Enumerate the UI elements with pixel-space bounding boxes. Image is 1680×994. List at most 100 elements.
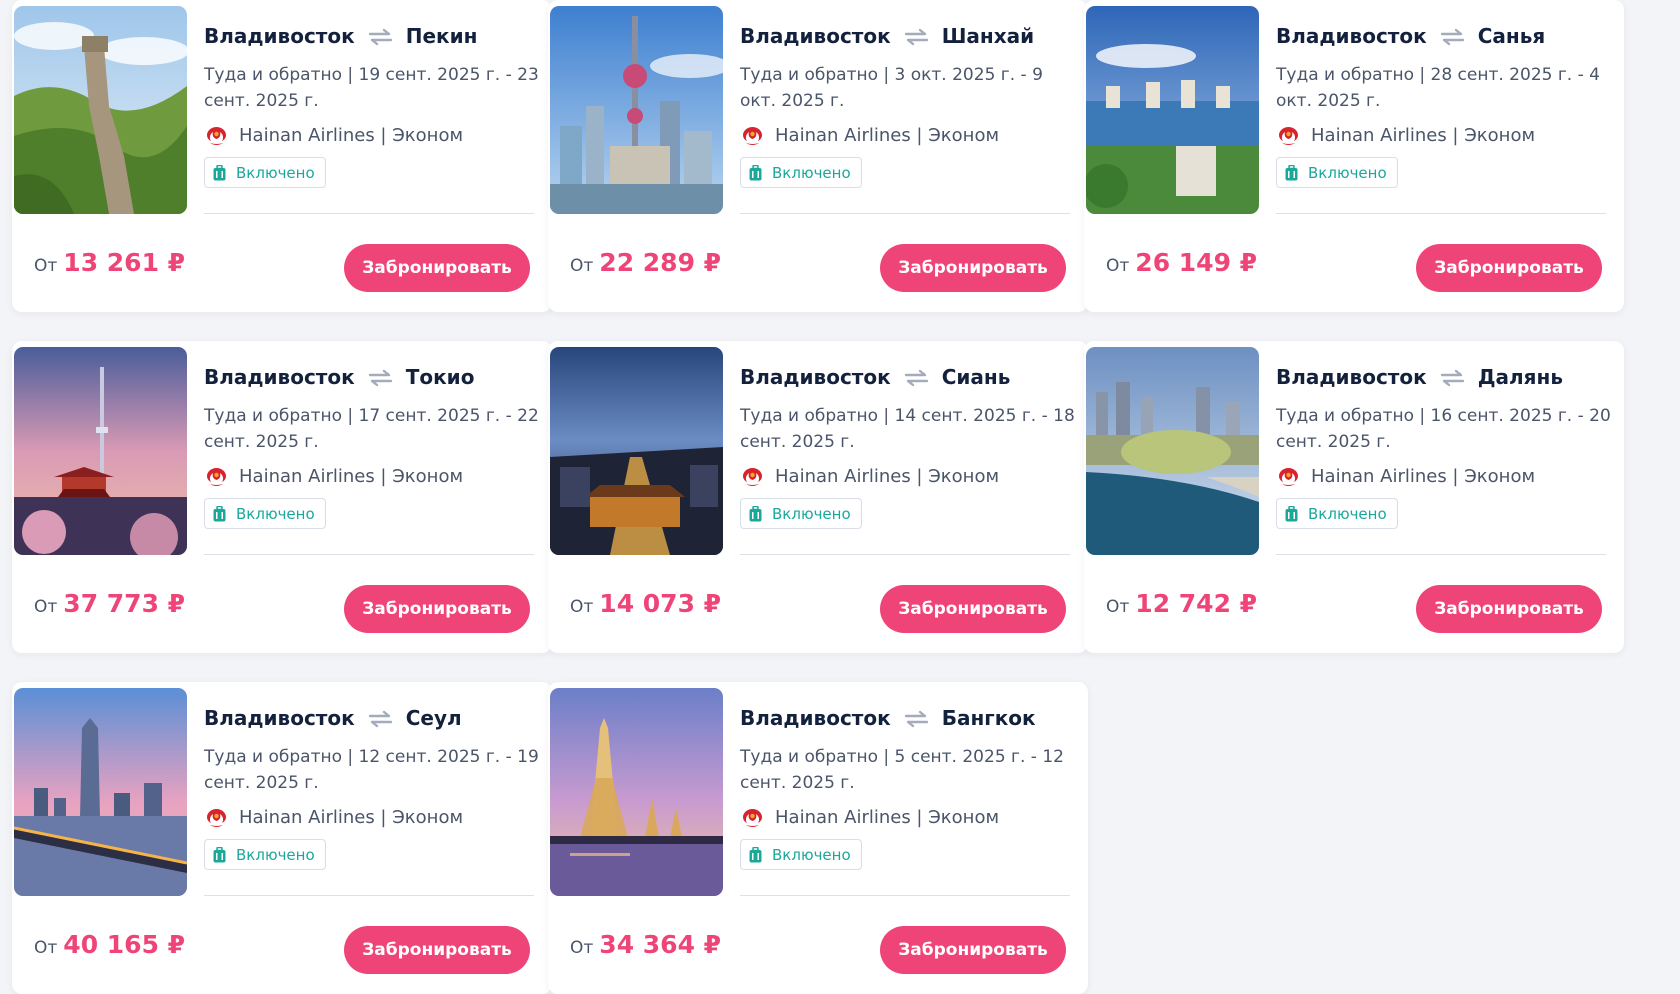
flight-offer-card[interactable]: Владивосток Шанхай Туда и обратно | 3 окт.… (548, 0, 1088, 312)
airline-row: Hainan Airlines | Эконом (1276, 463, 1612, 489)
divider (204, 554, 534, 555)
round-trip-arrows-icon (903, 709, 930, 728)
destination-city: Далянь (1477, 365, 1563, 389)
route: Владивосток Далянь (1276, 361, 1612, 393)
baggage-badge: Включено (204, 839, 326, 870)
price-amount: 22 289 ₽ (599, 248, 722, 277)
price: От 26 149 ₽ (1106, 248, 1257, 277)
flight-offer-card[interactable]: Владивосток Пекин Туда и обратно | 19 сент… (12, 0, 552, 312)
book-button[interactable]: Забронировать (344, 585, 530, 633)
baggage-badge: Включено (740, 157, 862, 188)
flight-offer-card[interactable]: Владивосток Бангкок Туда и обратно | 5 сен… (548, 682, 1088, 994)
destination-city: Санья (1477, 24, 1546, 48)
destination-photo (1086, 347, 1259, 555)
flight-offer-card[interactable]: Владивосток Сиань Туда и обратно | 14 сент… (548, 341, 1088, 653)
destination-city: Сиань (941, 365, 1011, 389)
flight-offer-card[interactable]: Владивосток Токио Туда и обратно | 17 сент… (12, 341, 552, 653)
route: Владивосток Сеул (204, 702, 540, 734)
divider (1276, 554, 1606, 555)
airline-row: Hainan Airlines | Эконом (204, 122, 540, 148)
destination-city: Сеул (405, 706, 462, 730)
baggage-badge: Включено (1276, 498, 1398, 529)
flight-offers-grid: Владивосток Пекин Туда и обратно | 19 сент… (0, 0, 1680, 994)
price: От 40 165 ₽ (34, 930, 185, 959)
airline-and-class: Hainan Airlines | Эконом (775, 124, 1000, 146)
price: От 37 773 ₽ (34, 589, 185, 618)
price-prefix: От (34, 938, 58, 958)
book-button[interactable]: Забронировать (880, 585, 1066, 633)
flight-offer-card[interactable]: Владивосток Далянь Туда и обратно | 16 сен… (1084, 341, 1624, 653)
route: Владивосток Санья (1276, 20, 1612, 52)
destination-photo (550, 688, 723, 896)
airline-row: Hainan Airlines | Эконом (204, 804, 540, 830)
suitcase-icon (213, 846, 226, 863)
destination-photo (550, 347, 723, 555)
airline-row: Hainan Airlines | Эконом (740, 122, 1076, 148)
baggage-status: Включено (772, 845, 851, 864)
airline-and-class: Hainan Airlines | Эконом (775, 465, 1000, 487)
destination-city: Шанхай (941, 24, 1035, 48)
baggage-badge: Включено (740, 839, 862, 870)
price-amount: 26 149 ₽ (1135, 248, 1258, 277)
round-trip-arrows-icon (367, 27, 394, 46)
round-trip-arrows-icon (903, 27, 930, 46)
flight-offer-card[interactable]: Владивосток Сеул Туда и обратно | 12 сент.… (12, 682, 552, 994)
offer-info: Владивосток Санья Туда и обратно | 28 сент… (1276, 20, 1612, 188)
origin-city: Владивосток (204, 706, 355, 730)
airline-and-class: Hainan Airlines | Эконом (239, 465, 464, 487)
book-button[interactable]: Забронировать (344, 244, 530, 292)
divider (740, 213, 1070, 214)
destination-city: Пекин (405, 24, 478, 48)
flight-offer-card[interactable]: Владивосток Санья Туда и обратно | 28 сент… (1084, 0, 1624, 312)
route: Владивосток Бангкок (740, 702, 1076, 734)
hainan-airlines-logo-icon (1276, 464, 1301, 489)
suitcase-icon (749, 164, 762, 181)
airline-and-class: Hainan Airlines | Эконом (775, 806, 1000, 828)
route: Владивосток Токио (204, 361, 540, 393)
airline-row: Hainan Airlines | Эконом (204, 463, 540, 489)
trip-dates: Туда и обратно | 14 сент. 2025 г. - 18 с… (740, 406, 1075, 452)
price-prefix: От (1106, 256, 1130, 276)
airline-and-class: Hainan Airlines | Эконом (239, 806, 464, 828)
book-button[interactable]: Забронировать (344, 926, 530, 974)
offer-info: Владивосток Сиань Туда и обратно | 14 сент… (740, 361, 1076, 529)
baggage-badge: Включено (204, 498, 326, 529)
price-prefix: От (34, 597, 58, 617)
price-prefix: От (570, 938, 594, 958)
route: Владивосток Сиань (740, 361, 1076, 393)
origin-city: Владивосток (204, 24, 355, 48)
price-prefix: От (1106, 597, 1130, 617)
trip-dates: Туда и обратно | 28 сент. 2025 г. - 4 ок… (1276, 65, 1600, 111)
book-button[interactable]: Забронировать (1416, 244, 1602, 292)
baggage-status: Включено (772, 163, 851, 182)
baggage-badge: Включено (740, 498, 862, 529)
suitcase-icon (213, 505, 226, 522)
destination-photo (550, 6, 723, 214)
hainan-airlines-logo-icon (204, 464, 229, 489)
divider (1276, 213, 1606, 214)
hainan-airlines-logo-icon (204, 805, 229, 830)
book-button[interactable]: Забронировать (880, 926, 1066, 974)
destination-photo (14, 688, 187, 896)
price: От 12 742 ₽ (1106, 589, 1257, 618)
book-button[interactable]: Забронировать (1416, 585, 1602, 633)
price-prefix: От (34, 256, 58, 276)
destination-photo (14, 6, 187, 214)
trip-dates: Туда и обратно | 12 сент. 2025 г. - 19 с… (204, 747, 539, 793)
price-amount: 34 364 ₽ (599, 930, 722, 959)
destination-city: Токио (405, 365, 475, 389)
round-trip-arrows-icon (1439, 27, 1466, 46)
origin-city: Владивосток (740, 706, 891, 730)
baggage-badge: Включено (1276, 157, 1398, 188)
hainan-airlines-logo-icon (740, 464, 765, 489)
suitcase-icon (749, 846, 762, 863)
price: От 14 073 ₽ (570, 589, 721, 618)
book-button[interactable]: Забронировать (880, 244, 1066, 292)
price-amount: 13 261 ₽ (63, 248, 186, 277)
hainan-airlines-logo-icon (1276, 123, 1301, 148)
trip-dates: Туда и обратно | 17 сент. 2025 г. - 22 с… (204, 406, 539, 452)
trip-dates: Туда и обратно | 3 окт. 2025 г. - 9 окт.… (740, 65, 1043, 111)
hainan-airlines-logo-icon (740, 805, 765, 830)
round-trip-arrows-icon (1439, 368, 1466, 387)
price-amount: 12 742 ₽ (1135, 589, 1258, 618)
